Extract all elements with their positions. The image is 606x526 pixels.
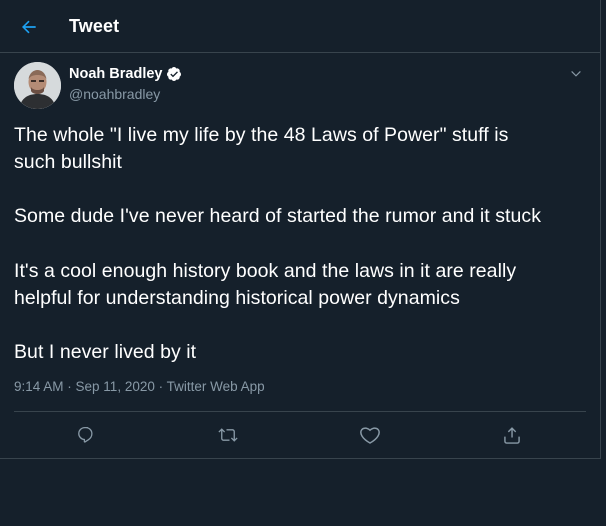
reply-button[interactable] xyxy=(74,423,98,447)
retweet-icon xyxy=(218,425,238,445)
chevron-down-icon xyxy=(569,67,583,81)
tweet-date[interactable]: Sep 11, 2020 xyxy=(76,379,155,394)
share-button[interactable] xyxy=(500,423,524,447)
tweet-source[interactable]: Twitter Web App xyxy=(167,379,265,394)
author-name[interactable]: Noah Bradley xyxy=(69,66,162,82)
arrow-left-icon xyxy=(19,17,39,37)
meta-separator: · xyxy=(154,379,167,394)
tweet-text-line: Some dude I've never heard of started th… xyxy=(14,205,542,227)
page-title: Tweet xyxy=(69,16,120,36)
retweet-button[interactable] xyxy=(216,423,240,447)
more-options-button[interactable] xyxy=(566,64,586,84)
tweet-metadata: 9:14 AM · Sep 11, 2020 · Twitter Web App xyxy=(14,379,265,394)
share-icon xyxy=(502,425,522,445)
verified-badge-icon xyxy=(166,66,182,82)
author-handle[interactable]: @noahbradley xyxy=(69,86,160,102)
column-border xyxy=(600,0,601,458)
author-name-row: Noah Bradley xyxy=(69,66,182,82)
tweet-text-line: The whole "I live my life by the 48 Laws… xyxy=(14,124,509,146)
divider xyxy=(0,458,601,459)
back-button[interactable] xyxy=(14,12,44,42)
tweet-text-line: But I never lived by it xyxy=(14,341,197,363)
divider xyxy=(14,411,586,412)
meta-separator: · xyxy=(63,379,76,394)
tweet-page: Tweet Noah Bradley @noahbradley The whol… xyxy=(0,0,606,526)
tweet-text-line: such bullshit xyxy=(14,151,122,173)
tweet-text-line: helpful for understanding historical pow… xyxy=(14,287,460,309)
like-button[interactable] xyxy=(358,423,382,447)
tweet-time[interactable]: 9:14 AM xyxy=(14,379,64,394)
header: Tweet xyxy=(0,0,600,53)
tweet-text-line: It's a cool enough history book and the … xyxy=(14,260,517,282)
reply-icon xyxy=(76,425,96,445)
like-icon xyxy=(360,425,380,445)
avatar[interactable] xyxy=(14,62,61,109)
